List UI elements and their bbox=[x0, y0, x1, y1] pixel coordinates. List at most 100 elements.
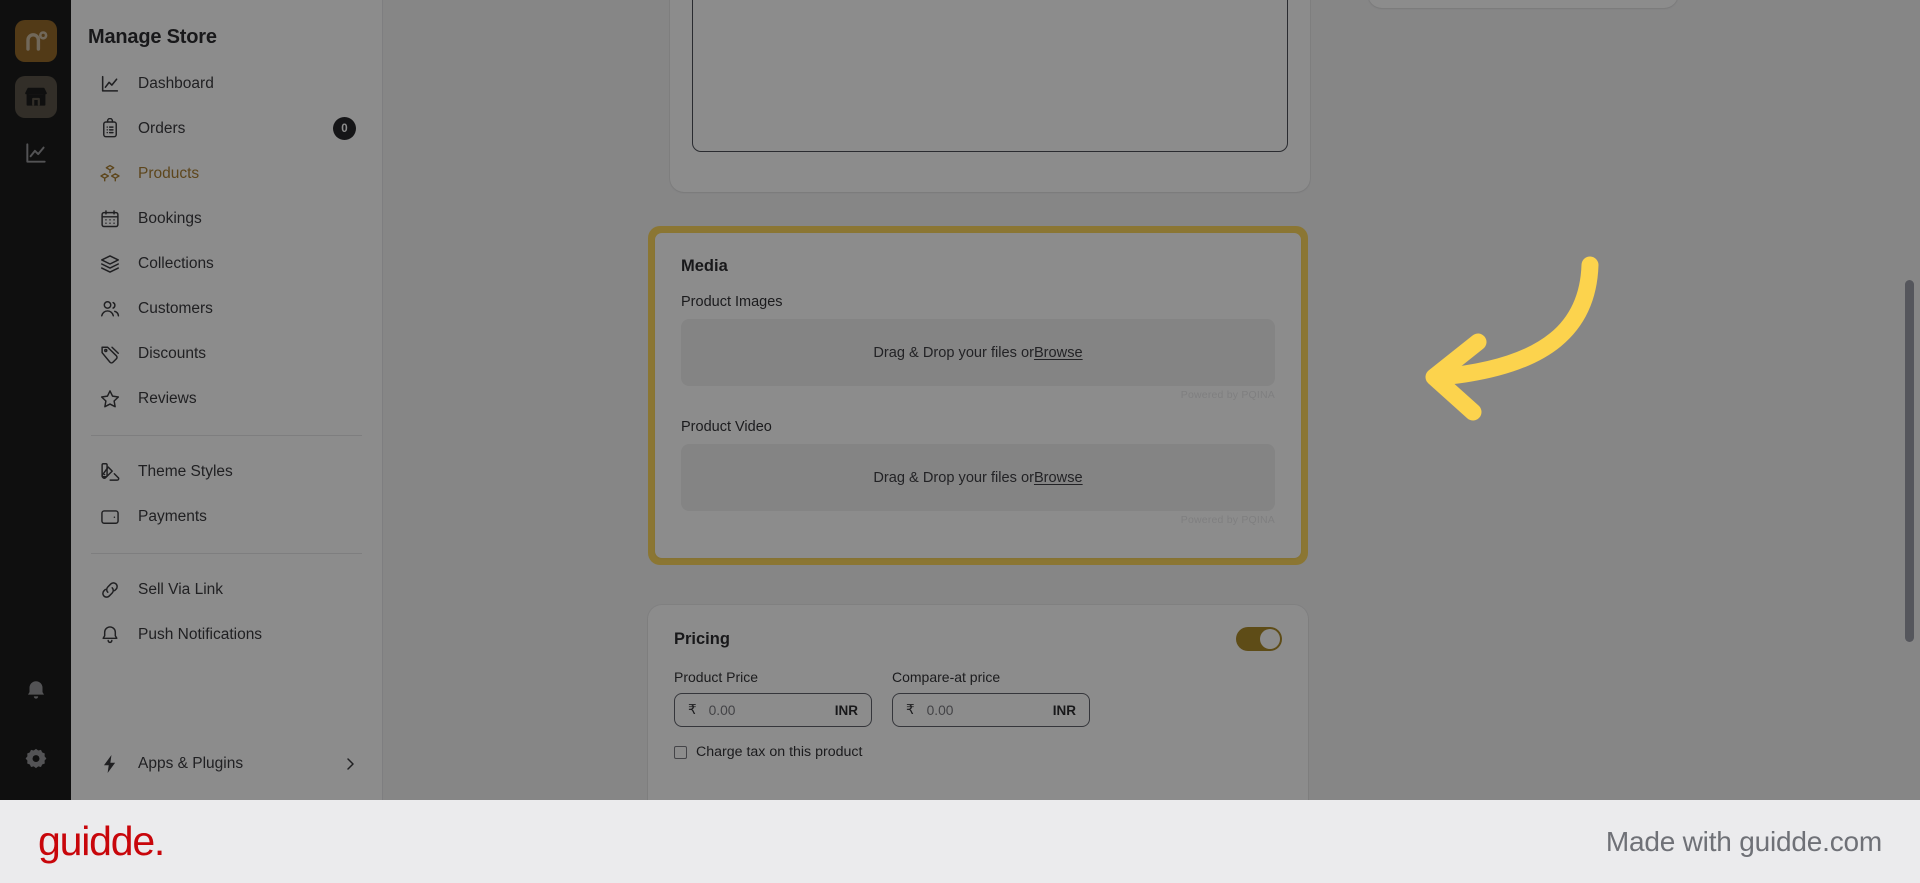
product-price-value: 0.00 bbox=[708, 702, 736, 718]
sidebar-item-reviews[interactable]: Reviews bbox=[89, 376, 364, 421]
rupee-symbol: ₹ bbox=[688, 702, 697, 717]
product-images-credit: Powered by PQINA bbox=[1180, 389, 1275, 401]
sidebar-item-orders[interactable]: Orders 0 bbox=[89, 106, 364, 151]
sidebar-item-bookings[interactable]: Bookings bbox=[89, 196, 364, 241]
sidebar-item-label: Collections bbox=[138, 254, 214, 272]
rail-bottom-group bbox=[23, 678, 49, 772]
sidebar-item-sell-via-link[interactable]: Sell Via Link bbox=[89, 567, 364, 612]
pricing-enabled-toggle[interactable] bbox=[1236, 627, 1282, 651]
toggle-knob bbox=[1260, 629, 1280, 649]
clipboard-list-icon bbox=[103, 117, 117, 137]
sidebar-item-dashboard[interactable]: Dashboard bbox=[89, 61, 364, 106]
product-images-dropzone-text: Drag & Drop your files or bbox=[873, 344, 1034, 361]
product-video-dropzone-text: Drag & Drop your files or bbox=[873, 469, 1034, 486]
compare-at-price-field: Compare-at price ₹ 0.00 INR bbox=[892, 669, 1090, 727]
sidebar-nav-group-3: Sell Via Link Push Notifications bbox=[71, 567, 382, 657]
chart-line-icon bbox=[101, 75, 119, 92]
sidebar-item-push-notifications[interactable]: Push Notifications bbox=[89, 612, 364, 657]
sidebar-divider-2 bbox=[91, 553, 362, 554]
product-images-label: Product Images bbox=[681, 294, 783, 310]
product-price-label: Product Price bbox=[674, 669, 759, 685]
tag-icon bbox=[101, 345, 119, 364]
sidebar-item-customers[interactable]: Customers bbox=[89, 286, 364, 331]
manage-store-sidebar: Manage Store Dashboard Orders 0 Products… bbox=[71, 0, 383, 800]
sidebar-item-label: Bookings bbox=[138, 209, 202, 227]
sidebar-item-discounts[interactable]: Discounts bbox=[89, 331, 364, 376]
sidebar-item-label: Products bbox=[138, 164, 200, 182]
pricing-card: Pricing Product Price ₹ 0.00 INR Compare… bbox=[648, 605, 1308, 800]
brand-n-degree-logo[interactable] bbox=[14, 20, 57, 62]
sidebar-item-label: Customers bbox=[138, 299, 213, 317]
media-card-title: Media bbox=[681, 257, 728, 275]
sidebar-nav-group-2: Theme Styles Payments bbox=[71, 449, 382, 539]
charge-tax-row[interactable]: Charge tax on this product bbox=[674, 744, 1282, 760]
product-price-input[interactable]: ₹ 0.00 INR bbox=[674, 693, 872, 727]
sidebar-item-label: Push Notifications bbox=[138, 625, 263, 643]
side-panel-card bbox=[1368, 0, 1678, 8]
pricing-header: Pricing bbox=[674, 627, 1282, 651]
compare-at-price-input[interactable]: ₹ 0.00 INR bbox=[892, 693, 1090, 727]
sidebar-item-label: Sell Via Link bbox=[138, 580, 224, 598]
bell-icon bbox=[102, 625, 118, 643]
orders-count-badge: 0 bbox=[333, 117, 356, 140]
rail-item-notifications[interactable] bbox=[23, 678, 49, 704]
pricing-card-title: Pricing bbox=[674, 629, 730, 648]
application-page: Manage Store Dashboard Orders 0 Products… bbox=[0, 0, 1920, 800]
vertical-scrollbar-thumb[interactable] bbox=[1905, 280, 1914, 642]
chevron-right-icon bbox=[347, 757, 354, 770]
sidebar-item-label: Dashboard bbox=[138, 74, 214, 92]
product-video-dropzone[interactable]: Drag & Drop your files or Browse bbox=[681, 444, 1275, 511]
sidebar-item-label: Orders bbox=[138, 119, 186, 137]
product-price-currency-code: INR bbox=[834, 702, 858, 718]
description-textarea[interactable] bbox=[692, 0, 1288, 152]
charge-tax-checkbox[interactable] bbox=[674, 745, 687, 759]
screenshot-root: Manage Store Dashboard Orders 0 Products… bbox=[0, 0, 1920, 883]
sidebar-item-label: Theme Styles bbox=[138, 462, 233, 480]
star-icon bbox=[100, 389, 120, 407]
boxes-icon bbox=[100, 164, 120, 181]
product-images-browse-link[interactable]: Browse bbox=[1034, 345, 1083, 361]
compare-at-price-value: 0.00 bbox=[926, 702, 954, 718]
description-card bbox=[670, 0, 1310, 192]
rail-item-settings[interactable] bbox=[23, 746, 49, 772]
media-card: Media Product Images Drag & Drop your fi… bbox=[655, 233, 1301, 558]
sidebar-divider-1 bbox=[91, 435, 362, 436]
guidde-made-with-label: Made with guidde.com bbox=[1605, 825, 1882, 857]
rail-item-analytics[interactable] bbox=[15, 132, 57, 174]
product-price-field: Product Price ₹ 0.00 INR bbox=[674, 669, 872, 727]
sidebar-item-label: Payments bbox=[138, 507, 207, 525]
charge-tax-label: Charge tax on this product bbox=[696, 744, 863, 760]
calendar-icon bbox=[101, 209, 119, 227]
sidebar-item-label: Reviews bbox=[138, 389, 197, 407]
link-icon bbox=[102, 581, 118, 598]
wallet-icon bbox=[101, 509, 119, 524]
sidebar-nav-group-1: Dashboard Orders 0 Products Bookings Col… bbox=[71, 61, 382, 421]
app-icon-rail bbox=[0, 0, 71, 800]
product-video-credit: Powered by PQINA bbox=[1180, 514, 1275, 526]
sidebar-item-apps-and-plugins[interactable]: Apps & Plugins bbox=[89, 741, 364, 786]
rupee-symbol: ₹ bbox=[906, 702, 915, 717]
product-video-browse-link[interactable]: Browse bbox=[1034, 470, 1083, 486]
palette-icon bbox=[101, 462, 120, 481]
compare-at-price-label: Compare-at price bbox=[892, 669, 1001, 685]
curved-left-arrow-annotation bbox=[1425, 256, 1599, 421]
price-fields-row: Product Price ₹ 0.00 INR Compare-at pric… bbox=[674, 669, 1282, 727]
layers-icon bbox=[101, 254, 119, 273]
rail-item-store[interactable] bbox=[14, 76, 57, 118]
sidebar-item-label: Apps & Plugins bbox=[138, 754, 244, 772]
guidde-logo: guidde. bbox=[38, 818, 165, 864]
sidebar-item-payments[interactable]: Payments bbox=[89, 494, 364, 539]
sidebar-item-collections[interactable]: Collections bbox=[89, 241, 364, 286]
sidebar-title: Manage Store bbox=[88, 26, 217, 48]
users-icon bbox=[101, 300, 120, 317]
media-card-highlight: Media Product Images Drag & Drop your fi… bbox=[648, 226, 1308, 565]
bolt-icon bbox=[103, 754, 116, 773]
product-images-dropzone[interactable]: Drag & Drop your files or Browse bbox=[681, 319, 1275, 386]
guidde-footer: guidde. Made with guidde.com bbox=[0, 800, 1920, 883]
sidebar-item-products[interactable]: Products bbox=[89, 151, 364, 196]
sidebar-item-label: Discounts bbox=[138, 344, 207, 362]
sidebar-footer-group: Apps & Plugins bbox=[71, 741, 382, 786]
sidebar-item-theme-styles[interactable]: Theme Styles bbox=[89, 449, 364, 494]
product-video-label: Product Video bbox=[681, 419, 772, 435]
compare-at-price-currency-code: INR bbox=[1052, 702, 1076, 718]
